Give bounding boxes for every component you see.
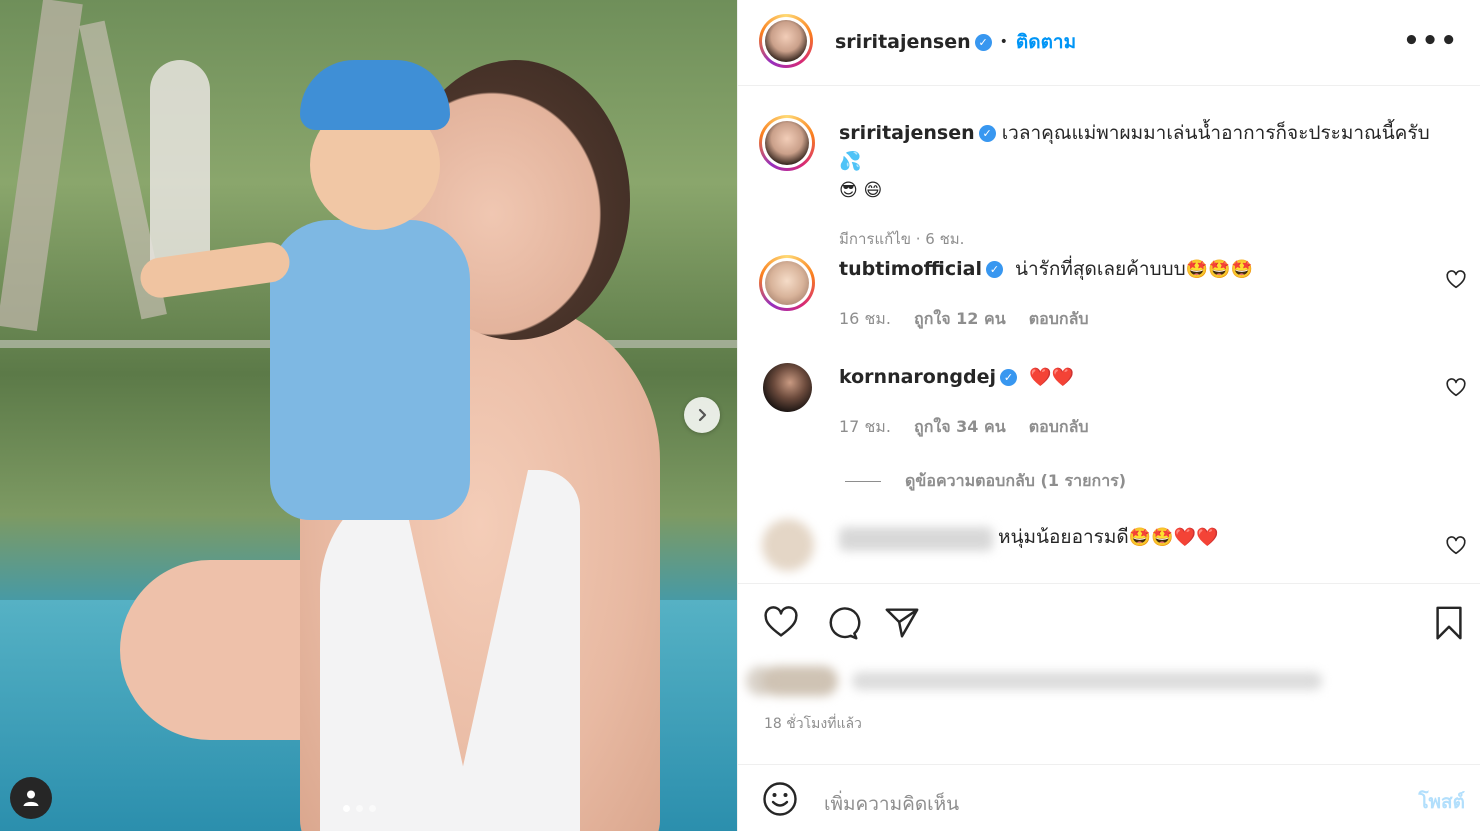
commenter-avatar[interactable] — [759, 255, 815, 311]
author-username[interactable]: sriritajensen — [835, 31, 971, 53]
comment-meta: 17 ชม. ถูกใจ 34 คน ตอบกลับ — [839, 415, 1089, 440]
emoji-smile-icon[interactable] — [762, 781, 798, 817]
post-side-panel: sriritajensen ✓ • ติดตาม ••• sriritajens… — [737, 0, 1480, 831]
post-action-bar — [738, 583, 1480, 661]
commenter-username[interactable]: tubtimofficial — [839, 258, 982, 280]
comment-input[interactable]: เพิ่มความคิดเห็น — [824, 789, 959, 819]
post-photo[interactable] — [0, 0, 737, 831]
comment-time: 16 ชม. — [839, 309, 891, 328]
photo-baby-hat — [300, 60, 450, 130]
comment-like-heart-icon[interactable] — [1445, 377, 1467, 399]
follow-button[interactable]: ติดตาม — [1016, 27, 1076, 57]
comment-emoji: ❤️❤️ — [1029, 367, 1074, 388]
post-comment-button[interactable]: โพสต์ — [1418, 787, 1465, 817]
comment-likes[interactable]: ถูกใจ 12 คน — [914, 309, 1006, 328]
share-paper-plane-icon[interactable] — [883, 604, 921, 642]
commenter-username[interactable]: kornnarongdej — [839, 366, 996, 388]
comment-likes[interactable]: ถูกใจ 34 คน — [914, 417, 1006, 436]
chevron-right-icon — [698, 408, 707, 422]
caption-username[interactable]: sriritajensen — [839, 122, 975, 144]
commenter-avatar[interactable] — [762, 519, 814, 571]
carousel-dot — [369, 805, 376, 812]
carousel-next-button[interactable] — [684, 397, 720, 433]
blurred-username — [839, 527, 993, 551]
author-avatar[interactable] — [759, 115, 815, 171]
verified-badge-icon: ✓ — [985, 261, 1003, 278]
save-bookmark-icon[interactable] — [1430, 604, 1468, 642]
comment-like-heart-icon[interactable] — [1445, 535, 1467, 557]
post-time-ago[interactable]: 18 ชั่วโมงที่แล้ว — [764, 713, 862, 735]
comment-reply-button[interactable]: ตอบกลับ — [1029, 309, 1089, 328]
comment-emoji: 🤩🤩🤩 — [1185, 259, 1253, 280]
comments-list[interactable]: sriritajensen ✓ เวลาคุณแม่พาผมมาเล่นน้ำอา… — [738, 87, 1480, 582]
add-comment-bar: เพิ่มความคิดเห็น โพสต์ — [738, 764, 1480, 831]
carousel-indicator — [343, 805, 376, 812]
caption-emoji: 😎 😄 — [839, 180, 883, 201]
commenter-avatar[interactable] — [763, 363, 812, 412]
comment-reply-button[interactable]: ตอบกลับ — [1029, 417, 1089, 436]
photo-umbrella — [150, 60, 210, 280]
verified-badge-icon: ✓ — [978, 125, 996, 142]
caption-edited-meta: มีการแก้ไข · 6 ชม. — [839, 230, 965, 248]
carousel-dot — [356, 805, 363, 812]
comment-meta: 16 ชม. ถูกใจ 12 คน ตอบกลับ — [839, 307, 1089, 332]
carousel-dot — [343, 805, 350, 812]
view-replies-button[interactable]: ดูข้อความตอบกลับ (1 รายการ) — [845, 469, 1126, 494]
verified-badge-icon: ✓ — [974, 33, 992, 51]
user-icon — [23, 790, 39, 806]
separator-dot: • — [999, 34, 1008, 50]
comment-bubble-icon[interactable] — [823, 604, 861, 642]
divider-line — [845, 481, 881, 482]
comment-text: น่ารักที่สุดเลยค้าบบบ — [1015, 258, 1186, 280]
comment-like-heart-icon[interactable] — [1445, 269, 1467, 291]
author-avatar[interactable] — [759, 14, 813, 68]
post-header: sriritajensen ✓ • ติดตาม ••• — [738, 0, 1480, 86]
view-replies-label: ดูข้อความตอบกลับ (1 รายการ) — [905, 471, 1127, 490]
verified-badge-icon: ✓ — [999, 369, 1017, 386]
like-heart-icon[interactable] — [762, 604, 800, 642]
caption-emoji: 💦 — [839, 151, 862, 172]
more-options-button[interactable]: ••• — [1403, 26, 1459, 56]
photo-baby — [270, 220, 470, 520]
comment-text: หนุ่มน้อยอารมดี — [998, 526, 1129, 548]
comment-emoji: 🤩🤩❤️❤️ — [1128, 527, 1219, 548]
likes-summary-blurred — [742, 664, 1330, 698]
comment-time: 17 ชม. — [839, 417, 891, 436]
photo-tree — [0, 0, 83, 332]
tagged-users-button[interactable] — [10, 777, 52, 819]
caption-text: เวลาคุณแม่พาผมมาเล่นน้ำอาการก็จะประมาณนี… — [1001, 122, 1430, 144]
